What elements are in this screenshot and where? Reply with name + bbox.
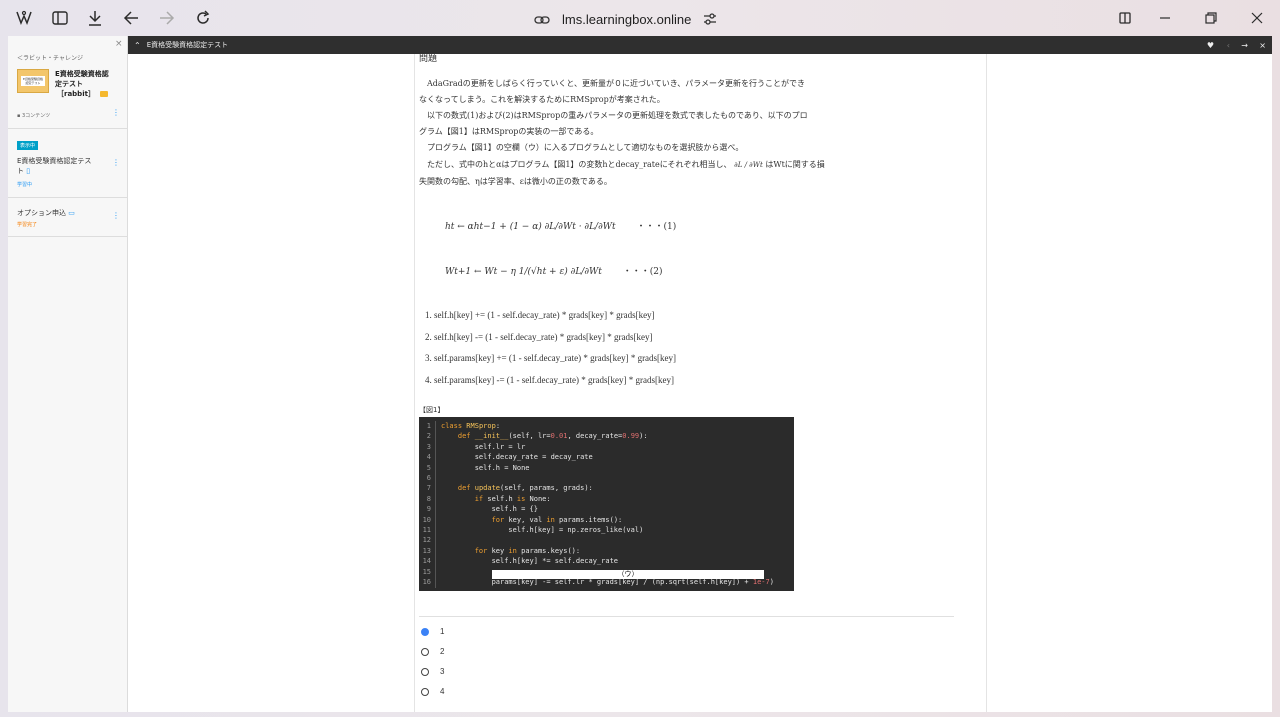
blank-u: （ウ） <box>492 570 764 579</box>
sidebar-item-title: E資格受験資格認定テス ト ▯ <box>17 156 91 176</box>
split-view-icon[interactable] <box>1115 8 1135 28</box>
next-arrow-icon[interactable]: → <box>1241 41 1248 50</box>
close-content-icon[interactable]: × <box>1259 41 1266 50</box>
content-topbar: ⌃ E資格受験資格認定テスト ♥ ‹ → × <box>128 36 1272 54</box>
paragraph-line: プログラム【図1】の空欄（ウ）に入るプログラムとして適切なものを選択肢から選べ。 <box>419 143 744 152</box>
item-menu-icon[interactable]: ⋮ <box>112 158 120 167</box>
choice-item: 4. self.params[key] -= (1 - self.decay_r… <box>425 375 674 385</box>
course-title-line1: E資格受験資格認 <box>55 70 109 78</box>
address-bar[interactable]: lms.learningbox.online <box>534 8 717 30</box>
equation-1: ht ← αht−1 + (1 − α) ∂L/∂Wt · ∂L/∂Wt ・・・… <box>445 219 676 232</box>
figure-label: 【図1】 <box>419 406 445 414</box>
back-link[interactable]: ＜ラビット・チャレンジ <box>17 53 83 62</box>
link-icon <box>534 10 550 29</box>
forward-arrow-icon[interactable] <box>157 8 177 28</box>
radio-button[interactable] <box>421 628 429 636</box>
sidebar-item-test[interactable]: 表示中 E資格受験資格認定テス ト ▯ 学習中 ⋮ <box>8 136 128 198</box>
sidebar-toggle-icon[interactable] <box>50 8 70 28</box>
answer-label: 4 <box>440 687 445 696</box>
question-paragraph: AdaGradの更新をしばらく行っていくと、更新量が０に近づいていき、パラメータ… <box>419 76 879 190</box>
answer-divider <box>419 616 954 617</box>
line-numbers: 1 2 3 4 5 6 7 8 9 10 11 12 13 14 15 16 <box>419 421 436 588</box>
course-sidebar: × ＜ラビット・チャレンジ E資格受験資格認定テスト E資格受験資格認 定テスト… <box>8 36 128 712</box>
course-title: E資格受験資格認 定テスト ［rabbit］ <box>55 69 109 99</box>
favorite-icon[interactable]: ♥ <box>1207 41 1214 50</box>
sidebar-item-title-line2: ト <box>17 167 24 175</box>
equation-2-text: Wt+1 ← Wt − η 1/(√ht + ε) ∂L/∂Wt <box>445 267 602 277</box>
answer-label: 3 <box>440 667 445 676</box>
answer-option-4[interactable]: 4 <box>419 687 519 702</box>
paragraph-line: ただし、式中のhとαはプログラム【図1】の変数hとdecay_rateにそれぞれ… <box>419 156 879 174</box>
calendar-icon: ▭ <box>68 209 75 217</box>
choice-item: 3. self.params[key] += (1 - self.decay_r… <box>425 353 677 363</box>
browser-titlebar: lms.learningbox.online <box>0 0 1280 36</box>
paragraph-line: AdaGradの更新をしばらく行っていくと、更新量が０に近づいていき、パラメータ… <box>419 79 806 88</box>
sidebar-item-title-line1: E資格受験資格認定テス <box>17 157 92 165</box>
paragraph-line: 以下の数式(1)および(2)はRMSpropの重みパラメータの更新処理を数式で表… <box>419 111 808 120</box>
sidebar-item-status: 学習中 <box>17 182 33 188</box>
radio-button[interactable] <box>421 648 429 656</box>
code-figure: 1 2 3 4 5 6 7 8 9 10 11 12 13 14 15 16 class RMSprop: d… <box>419 417 794 591</box>
sidebar-item-title: オプション申込 ▭ <box>17 208 75 218</box>
topbar-title: E資格受験資格認定テスト <box>146 41 229 49</box>
course-title-line2: 定テスト <box>55 80 83 88</box>
folder-icon <box>100 91 109 97</box>
minimize-icon[interactable] <box>1155 8 1175 28</box>
main-content: 問題 AdaGradの更新をしばらく行っていくと、更新量が０に近づいていき、パラ… <box>129 54 1272 712</box>
sidebar-item-status: 学習完了 <box>17 222 38 228</box>
equation-1-text: ht ← αht−1 + (1 − α) ∂L/∂Wt · ∂L/∂Wt <box>445 222 616 232</box>
thumbnail-text: E資格受験資格認定テスト <box>21 76 45 86</box>
book-icon: ▪ <box>17 113 21 119</box>
reload-icon[interactable] <box>193 8 213 28</box>
course-menu-icon[interactable]: ⋮ <box>112 108 120 117</box>
paragraph-line: グラム【図1】はRMSpropの実装の一部である。 <box>419 127 599 136</box>
partial-derivative: ∂L / ∂Wt <box>734 161 763 169</box>
course-title-line3: ［rabbit］ <box>57 89 109 99</box>
paragraph-text: ただし、式中のhとαはプログラム【図1】の変数hとdecay_rateにそれぞれ… <box>419 160 732 169</box>
document-icon: ▯ <box>26 167 31 175</box>
answer-option-1[interactable]: 1 <box>419 627 519 642</box>
paragraph-text: はWtに関する損 <box>765 160 825 169</box>
radio-button[interactable] <box>421 688 429 696</box>
prev-icon[interactable]: ‹ <box>1227 41 1230 50</box>
restore-icon[interactable] <box>1201 8 1221 28</box>
course-thumbnail: E資格受験資格認定テスト <box>17 69 49 93</box>
current-badge: 表示中 <box>17 141 39 150</box>
choice-item: 1. self.h[key] += (1 - self.decay_rate) … <box>425 310 655 320</box>
question-page: 問題 AdaGradの更新をしばらく行っていくと、更新量が０に近づいていき、パラ… <box>414 54 987 712</box>
answer-option-3[interactable]: 3 <box>419 667 519 682</box>
close-window-icon[interactable] <box>1247 8 1267 28</box>
answer-option-2[interactable]: 2 <box>419 647 519 662</box>
radio-button[interactable] <box>421 668 429 676</box>
answer-label: 1 <box>440 627 445 636</box>
paragraph-line: なくなってしまう。これを解決するためにRMSpropが考案された。 <box>419 95 665 104</box>
page-viewport: × ＜ラビット・チャレンジ E資格受験資格認定テスト E資格受験資格認 定テスト… <box>8 36 1272 712</box>
sidebar-close-icon[interactable]: × <box>115 39 123 49</box>
divider <box>8 236 128 237</box>
site-settings-icon[interactable] <box>703 10 717 29</box>
download-icon[interactable] <box>85 8 105 28</box>
equation-2: Wt+1 ← Wt − η 1/(√ht + ε) ∂L/∂Wt ・・・(2) <box>445 264 662 277</box>
paragraph-line: 失関数の勾配、ηは学習率、εは微小の正の数である。 <box>419 177 612 186</box>
equation-1-number: ・・・(1) <box>636 222 677 232</box>
sidebar-item-title-line1: オプション申込 <box>17 209 66 217</box>
question-heading: 問題 <box>419 54 438 64</box>
equation-2-number: ・・・(2) <box>622 267 663 277</box>
app-logo-icon[interactable] <box>14 8 34 28</box>
back-arrow-icon[interactable] <box>121 8 141 28</box>
choice-item: 2. self.h[key] -= (1 - self.decay_rate) … <box>425 332 653 342</box>
divider <box>8 128 128 129</box>
course-tag: ［rabbit］ <box>57 90 95 98</box>
collapse-icon[interactable]: ⌃ <box>134 41 141 50</box>
sidebar-item-option[interactable]: オプション申込 ▭ 学習完了 ⋮ <box>8 198 128 236</box>
code-source: class RMSprop: def __init__(self, lr=0.0… <box>441 422 774 587</box>
contents-count: ▪ 3コンテンツ <box>17 112 50 119</box>
answer-label: 2 <box>440 647 445 656</box>
url-text[interactable]: lms.learningbox.online <box>562 12 691 27</box>
contents-count-text: 3コンテンツ <box>21 113 51 119</box>
item-menu-icon[interactable]: ⋮ <box>112 211 120 220</box>
